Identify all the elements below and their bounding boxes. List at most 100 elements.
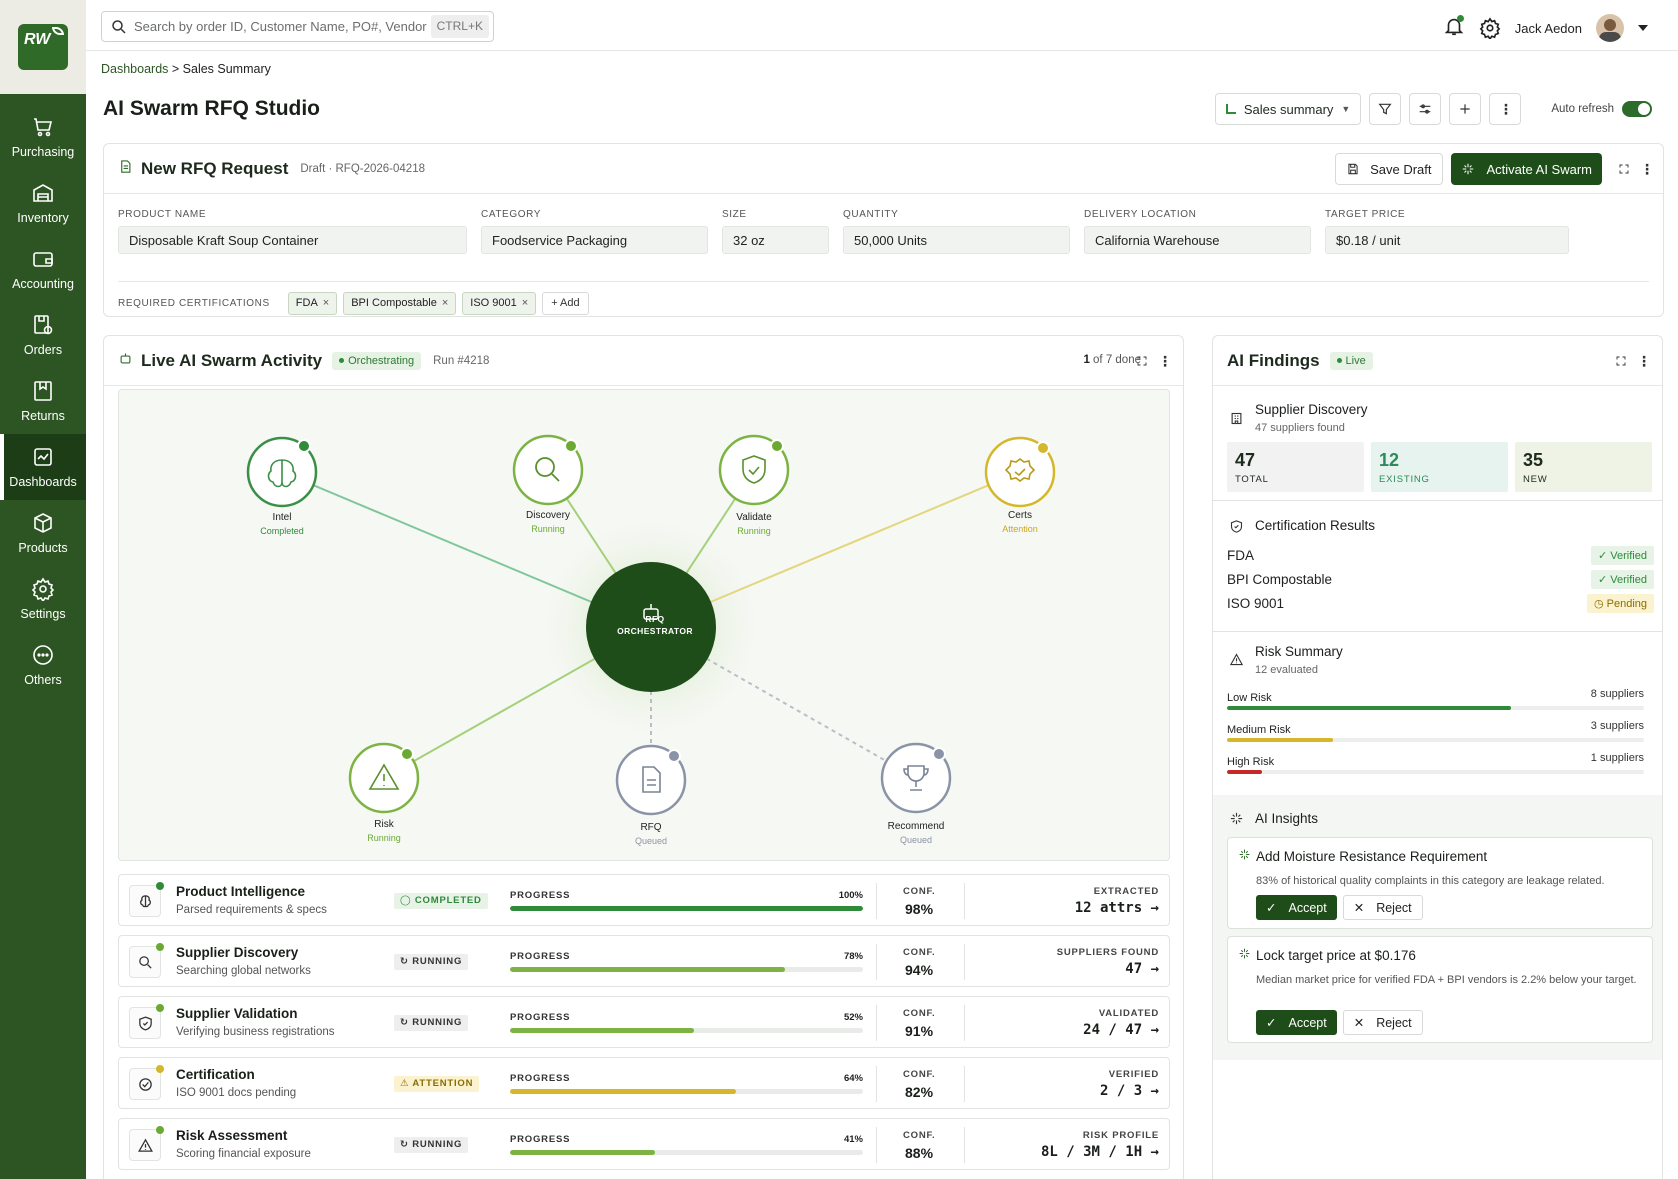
kebab-icon[interactable]: ⋮ [1640,162,1654,176]
node-rfq[interactable] [615,744,687,816]
task-row-supplier-discovery[interactable]: Supplier Discovery Searching global netw… [118,935,1170,987]
quantity-field[interactable]: QUANTITY 50,000 Units [843,209,1070,254]
node-certs[interactable] [984,436,1056,508]
chevron-down-icon: ▼ [1341,104,1351,114]
metric-value[interactable]: 2 / 3 → [1100,1083,1159,1099]
metric-value[interactable]: 47 → [1125,961,1159,977]
progress-percent: 78% [843,951,863,962]
sidebar-item-purchasing[interactable]: Purchasing [0,104,86,170]
sidebar-item-orders[interactable]: Orders [0,302,86,368]
target-price-field[interactable]: TARGET PRICE $0.18 / unit [1325,209,1569,254]
kebab-icon[interactable]: ⋮ [1637,354,1651,368]
field-value[interactable]: California Warehouse [1084,226,1311,254]
risk-count: 1 suppliers [1590,752,1644,764]
sidebar-item-returns[interactable]: Returns [0,368,86,434]
metric-value[interactable]: 8L / 3M / 1H → [1041,1144,1159,1160]
auto-refresh-toggle[interactable] [1622,101,1652,117]
reject-button[interactable]: ✕ Reject [1342,1010,1423,1035]
close-icon[interactable]: × [522,297,528,309]
search-bar[interactable]: CTRL+K [101,11,494,42]
status-badge: ↻ RUNNING [394,1137,469,1153]
progress-count: 1 of 7 done [1083,354,1141,366]
search-input[interactable] [134,19,434,34]
task-icon [129,1004,164,1039]
task-row-risk-assessment[interactable]: Risk Assessment Scoring financial exposu… [118,1118,1170,1170]
node-discovery[interactable] [512,434,584,506]
sidebar-item-accounting[interactable]: Accounting [0,236,86,302]
adjust-button[interactable] [1409,93,1442,125]
node-intel[interactable] [246,436,318,508]
status-text: Verified [1610,549,1647,562]
settings-gear-icon[interactable] [1479,17,1501,39]
size-field[interactable]: SIZE 32 oz [722,209,829,254]
breadcrumb-link-dashboards[interactable]: Dashboards [101,62,168,76]
field-value[interactable]: Foodservice Packaging [481,226,708,254]
task-subtitle: ISO 9001 docs pending [176,1087,297,1099]
metric-value[interactable]: 12 attrs → [1075,900,1159,916]
close-icon[interactable]: × [442,297,448,309]
cert-chip-fda[interactable]: FDA × [287,292,338,315]
field-value[interactable]: 50,000 Units [843,226,1070,254]
field-value[interactable]: $0.18 / unit [1325,226,1569,254]
cart-icon [34,118,53,137]
rfq-subtitle: Draft · RFQ-2026-04218 [300,162,425,175]
node-risk[interactable] [348,742,420,814]
delivery-location-field[interactable]: DELIVERY LOCATION California Warehouse [1084,209,1311,254]
more-options-button[interactable]: ⋮ [1489,93,1522,125]
sidebar-item-products[interactable]: Products [0,500,86,566]
close-icon: ✕ [1353,901,1365,915]
sidebar-item-dashboards[interactable]: Dashboards [0,434,86,500]
reject-button[interactable]: ✕ Reject [1342,895,1423,920]
kebab-icon[interactable]: ⋮ [1158,354,1172,368]
filter-button[interactable] [1369,93,1402,125]
accept-button[interactable]: ✓ Accept [1256,895,1337,920]
insight-title: Add Moisture Resistance Requirement [1256,849,1488,864]
stat-label: NEW [1523,474,1548,485]
avatar[interactable] [1596,14,1624,42]
cert-chip-bpi[interactable]: BPI Compostable × [343,292,457,315]
cert-name: ISO 9001 [1227,595,1285,611]
node-name: Risk [374,819,394,830]
category-field[interactable]: CATEGORY Foodservice Packaging [481,209,708,254]
view-select[interactable]: Sales summary ▼ [1214,93,1362,125]
activate-swarm-label: Activate AI Swarm [1486,161,1592,177]
field-value[interactable]: 32 oz [722,226,829,254]
sidebar-item-inventory[interactable]: Inventory [0,170,86,236]
building-icon [1227,409,1245,427]
notification-button[interactable] [1443,14,1465,42]
status-badge: ↻ RUNNING [394,1015,469,1031]
task-row-supplier-validation[interactable]: Supplier Validation Verifying business r… [118,996,1170,1048]
insight-actions: ✓ Accept ✕ Reject [1256,895,1423,920]
accept-button[interactable]: ✓ Accept [1256,1010,1337,1035]
expand-icon[interactable] [1615,355,1627,367]
chevron-down-icon[interactable] [1638,25,1648,31]
plus-icon [1460,104,1471,114]
task-row-product-intelligence[interactable]: Product Intelligence Parsed requirements… [118,874,1170,926]
add-widget-button[interactable] [1449,93,1482,125]
sidebar-item-others[interactable]: Others [0,632,86,698]
product-name-field[interactable]: PRODUCT NAME Disposable Kraft Soup Contai… [118,209,467,254]
add-certification-button[interactable]: + Add [542,292,589,315]
breadcrumb-current: Sales Summary [182,62,271,76]
notification-dot [1456,14,1464,22]
confidence-label: CONF. [903,947,936,958]
activate-swarm-button[interactable]: Activate AI Swarm [1450,153,1602,185]
close-icon[interactable]: × [323,297,329,309]
task-row-certification[interactable]: Certification ISO 9001 docs pending ⚠ AT… [118,1057,1170,1109]
user-name[interactable]: Jack Aedon [1515,21,1582,36]
sparkle-icon [1238,947,1251,965]
status-text: RUNNING [412,1139,463,1150]
node-validate[interactable] [718,434,790,506]
node-recommend[interactable] [880,742,952,814]
node-status: Completed [260,526,304,536]
sidebar-item-settings[interactable]: Settings [0,566,86,632]
expand-icon[interactable] [1136,355,1148,367]
cert-chip-iso[interactable]: ISO 9001 × [462,292,537,315]
stat-total: 47 TOTAL [1227,442,1364,492]
status-badge: ✓ Verified [1591,545,1654,565]
expand-icon[interactable] [1618,163,1630,175]
logo[interactable]: RW TEAM [0,0,86,94]
metric-value[interactable]: 24 / 47 → [1083,1022,1159,1038]
field-value[interactable]: Disposable Kraft Soup Container [118,226,467,254]
save-draft-button[interactable]: Save Draft [1335,153,1443,185]
